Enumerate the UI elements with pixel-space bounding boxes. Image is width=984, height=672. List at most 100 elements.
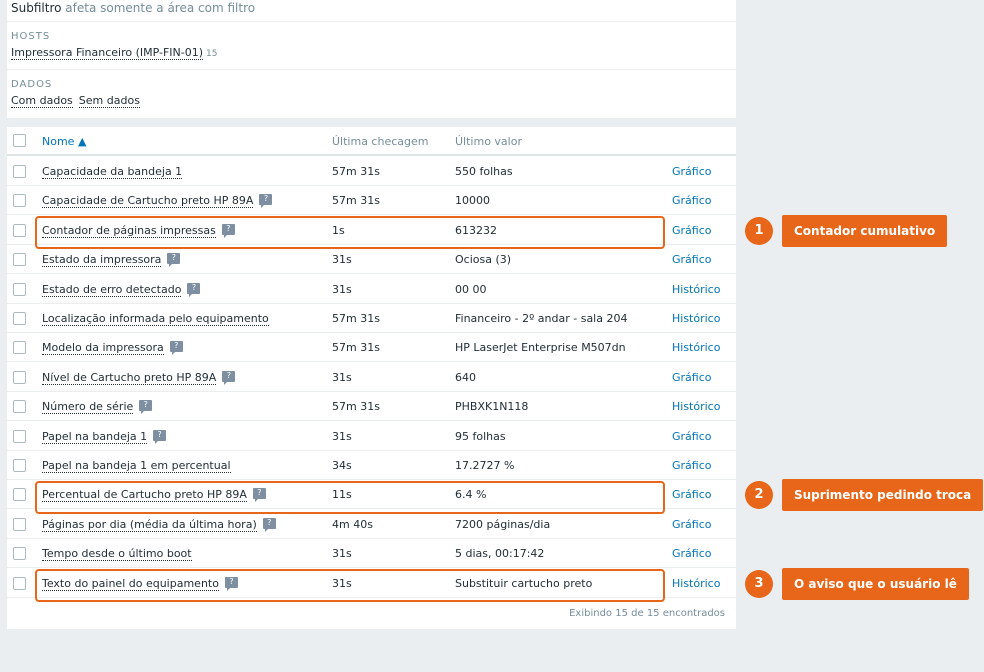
- item-name-link[interactable]: Páginas por dia (média da última hora): [42, 517, 257, 532]
- row-checkbox[interactable]: [13, 576, 26, 590]
- last-check: 57m 31s: [332, 165, 380, 178]
- row-checkbox[interactable]: [13, 194, 26, 208]
- select-all-checkbox[interactable]: [13, 134, 26, 147]
- data-filter: Com dados Sem dados: [11, 94, 146, 108]
- annotation-number: 3: [745, 570, 773, 598]
- last-check: 31s: [332, 547, 352, 561]
- table-row: Modelo da impressora? 57m 31s HP LaserJet …: [7, 333, 736, 363]
- description-icon[interactable]: ?: [262, 517, 276, 532]
- description-icon[interactable]: ?: [139, 400, 153, 415]
- last-value: Ociosa (3): [455, 253, 512, 267]
- row-action-link[interactable]: Gráfico: [672, 253, 712, 266]
- table-row: Estado de erro detectado? 31s 00 00 Históri…: [7, 275, 736, 304]
- row-action-link[interactable]: Gráfico: [672, 459, 712, 472]
- row-action-link[interactable]: Histórico: [672, 341, 720, 354]
- row-action-link[interactable]: Gráfico: [672, 224, 712, 237]
- item-name-link[interactable]: Localização informada pelo equipamento: [42, 312, 269, 326]
- annotation-number: 1: [745, 217, 773, 245]
- item-name: Nível de Cartucho preto HP 89A?: [42, 370, 236, 385]
- subfilter-title: Subfiltro afeta somente a área com filtr…: [11, 1, 256, 15]
- description-icon[interactable]: ?: [167, 253, 181, 268]
- item-name-link[interactable]: Número de série: [42, 400, 134, 415]
- annotation-number: 2: [745, 481, 773, 509]
- last-value: 550 folhas: [455, 165, 513, 178]
- subfilter-note: afeta somente a área com filtro: [65, 1, 256, 15]
- table-row: Capacidade de Cartucho preto HP 89A? 57m …: [7, 186, 736, 216]
- last-check-column-header[interactable]: Última checagem: [332, 135, 428, 148]
- last-check: 31s: [332, 282, 352, 296]
- host-count: 15: [206, 49, 218, 59]
- row-action-link[interactable]: Gráfico: [672, 371, 712, 384]
- description-icon[interactable]: ?: [169, 341, 183, 356]
- item-name: Localização informada pelo equipamento: [42, 312, 269, 326]
- table-row: Papel na bandeja 1 em percentual 34s 17.27…: [7, 451, 736, 480]
- row-action-link[interactable]: Histórico: [672, 312, 720, 325]
- row-checkbox[interactable]: [13, 341, 26, 355]
- row-action-link[interactable]: Gráfico: [672, 488, 712, 501]
- row-action-link[interactable]: Gráfico: [672, 430, 712, 443]
- row-action-link[interactable]: Gráfico: [672, 518, 712, 531]
- row-action-link[interactable]: Gráfico: [672, 194, 712, 207]
- last-check: 57m 31s: [332, 400, 380, 414]
- item-name: Modelo da impressora?: [42, 341, 183, 356]
- item-name-link[interactable]: Estado da impressora: [42, 253, 162, 268]
- row-checkbox[interactable]: [13, 429, 26, 443]
- annotation-callout: O aviso que o usuário lê: [782, 568, 969, 600]
- name-column-header[interactable]: Nome ▲: [42, 135, 86, 148]
- description-icon[interactable]: ?: [259, 194, 273, 209]
- host-link[interactable]: Impressora Financeiro (IMP-FIN-01): [11, 46, 204, 60]
- row-checkbox[interactable]: [13, 517, 26, 531]
- highlight-box: [35, 216, 665, 249]
- last-value: 10000: [455, 194, 490, 208]
- hosts-label: HOSTS: [11, 31, 51, 42]
- row-checkbox[interactable]: [13, 370, 26, 384]
- table-row: Tempo desde o último boot 31s 5 dias, 00:1…: [7, 539, 736, 569]
- row-action-link[interactable]: Histórico: [672, 283, 720, 296]
- last-value: PHBXK1N118: [455, 400, 529, 414]
- description-icon[interactable]: ?: [187, 282, 201, 297]
- row-checkbox[interactable]: [13, 312, 26, 325]
- last-value: HP LaserJet Enterprise M507dn: [455, 341, 626, 355]
- item-name-link[interactable]: Tempo desde o último boot: [42, 547, 192, 562]
- results-count: Exibindo 15 de 15 encontrados: [569, 608, 725, 619]
- description-icon[interactable]: ?: [222, 370, 236, 385]
- with-data-link[interactable]: Com dados: [11, 94, 73, 108]
- row-action-link[interactable]: Histórico: [672, 400, 720, 413]
- item-name-link[interactable]: Modelo da impressora: [42, 341, 164, 356]
- row-action-link[interactable]: Gráfico: [672, 165, 712, 178]
- last-value-column-header: Último valor: [455, 135, 522, 148]
- table-row: Papel na bandeja 1? 31s 95 folhas Gráfico: [7, 422, 736, 451]
- last-value: 7200 páginas/dia: [455, 517, 551, 531]
- item-name: Capacidade de Cartucho preto HP 89A?: [42, 194, 273, 209]
- item-name-link[interactable]: Capacidade de Cartucho preto HP 89A: [42, 194, 254, 209]
- row-checkbox[interactable]: [13, 253, 26, 267]
- item-name-link[interactable]: Nível de Cartucho preto HP 89A: [42, 370, 217, 385]
- last-check: 4m 40s: [332, 517, 373, 531]
- table-row: Páginas por dia (média da última hora)? 4…: [7, 510, 736, 539]
- row-checkbox[interactable]: [13, 459, 26, 472]
- row-action-link[interactable]: Gráfico: [672, 547, 712, 560]
- annotation-callout: Contador cumulativo: [782, 215, 948, 247]
- row-checkbox[interactable]: [13, 400, 26, 414]
- row-checkbox[interactable]: [13, 282, 26, 296]
- item-name-link[interactable]: Capacidade da bandeja 1: [42, 165, 183, 179]
- row-checkbox[interactable]: [13, 488, 26, 502]
- subfilter-panel: Subfiltro afeta somente a área com filtr…: [7, 0, 736, 118]
- last-value: 00 00: [455, 282, 487, 296]
- item-name-link[interactable]: Estado de erro detectado: [42, 282, 182, 297]
- last-value: 95 folhas: [455, 429, 506, 443]
- last-check: 34s: [332, 459, 352, 472]
- row-checkbox[interactable]: [13, 223, 26, 237]
- item-name-link[interactable]: Papel na bandeja 1: [42, 429, 148, 444]
- row-checkbox[interactable]: [13, 165, 26, 178]
- row-action-link[interactable]: Histórico: [672, 577, 720, 590]
- item-name-link[interactable]: Papel na bandeja 1 em percentual: [42, 459, 231, 473]
- row-checkbox[interactable]: [13, 547, 26, 561]
- table-row: Número de série? 57m 31s PHBXK1N118 Históri…: [7, 392, 736, 422]
- description-icon[interactable]: ?: [153, 429, 167, 444]
- item-name: Número de série?: [42, 400, 153, 415]
- highlight-box: [35, 569, 665, 602]
- last-value: 5 dias, 00:17:42: [455, 547, 545, 561]
- last-check: 57m 31s: [332, 341, 380, 355]
- without-data-link[interactable]: Sem dados: [78, 94, 140, 108]
